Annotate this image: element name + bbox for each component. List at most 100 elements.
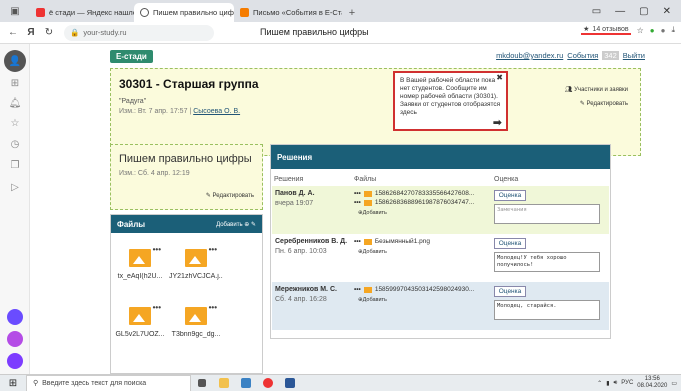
events-link[interactable]: События <box>567 51 598 60</box>
image-file-icon <box>129 249 151 267</box>
star-icon[interactable]: ☆ <box>8 116 22 130</box>
network-icon[interactable]: ▮ <box>606 380 609 387</box>
back-icon[interactable]: ← <box>4 27 22 38</box>
file-menu-icon[interactable]: ••• <box>153 245 161 254</box>
add-file-button[interactable]: Добавить ⊕ ✎ <box>216 221 256 228</box>
clock[interactable]: 13:56 08.04.2020 <box>637 376 667 390</box>
file-item[interactable]: ••• JY21zhVCJCA.j... <box>169 245 223 280</box>
student-name: Серебренников В. Д. <box>275 238 348 245</box>
grade-button[interactable]: Оценка <box>494 190 526 201</box>
lock-icon: 🔒 <box>70 28 80 37</box>
word-icon[interactable] <box>279 375 301 391</box>
group-actions: 👥︎ Участники и заявки ✎ Редактировать <box>565 83 628 111</box>
file-name: JY21zhVCJCA.j... <box>169 273 223 280</box>
comment-field[interactable]: Молодец, старайся. <box>494 300 600 320</box>
table-row: Панов Д. А. вчера 19:07 ••• 1586268427078… <box>272 186 609 234</box>
search-icon: ⚲ <box>33 380 39 387</box>
image-file-icon <box>185 307 207 325</box>
user-email-link[interactable]: mkdoub@yandex.ru <box>496 51 563 60</box>
page-content: Е-стади mkdoub@yandex.ru События 342 Вый… <box>30 44 681 374</box>
reload-icon[interactable]: ↻ <box>40 27 58 38</box>
add-file-button[interactable]: ⊕Добавить <box>358 249 387 255</box>
group-author-link[interactable]: Сысоева О. В. <box>193 108 240 115</box>
files-header: Файлы Добавить ⊕ ✎ <box>111 215 262 233</box>
col-solutions: Решения <box>274 176 304 183</box>
solution-file-link[interactable]: ••• 158626842707833355664276​08... <box>354 190 474 197</box>
windows-start-icon[interactable]: ⊞ <box>0 375 26 391</box>
site-logo[interactable]: Е-стади <box>110 50 153 63</box>
bell-icon[interactable]: 🔔︎ <box>8 96 22 110</box>
solution-file-link[interactable]: ••• 158626836889619878760347​47... <box>354 199 474 206</box>
group-subtitle: "Радуга" <box>119 98 147 105</box>
address-bar[interactable]: 🔒 your-study.ru <box>64 24 214 41</box>
os-taskbar: ⊞ ⚲ Введите здесь текст для поиска ⌃ ▮ 🔊… <box>0 374 681 391</box>
download-icon[interactable]: ⤓ <box>671 25 675 35</box>
yandex-browser-icon[interactable] <box>257 375 279 391</box>
store-icon[interactable] <box>235 375 257 391</box>
language-indicator[interactable]: РУС <box>621 380 633 386</box>
collections-icon[interactable]: ❐ <box>8 158 22 172</box>
solutions-columns: Решения Файлы Оценка <box>271 169 610 183</box>
maximize-icon[interactable]: ▢ <box>639 6 648 17</box>
extension-icon[interactable]: ● <box>661 26 666 35</box>
history-icon[interactable]: ◷ <box>8 137 22 151</box>
grade-button[interactable]: Оценка <box>494 238 526 249</box>
reviews-badge[interactable]: ★ 14 отзывов <box>581 25 631 35</box>
image-file-icon <box>363 199 372 206</box>
logout-link[interactable]: Выйти <box>623 51 645 60</box>
yandex-favicon-icon <box>36 8 45 17</box>
file-item[interactable]: ••• tx_eAqI(h2U... <box>113 245 167 280</box>
mail-favicon-icon <box>240 8 249 17</box>
tab-mail[interactable]: Письмо «События в Е-Ста × <box>234 3 342 22</box>
bookmarks-icon[interactable]: ▭ <box>592 6 601 17</box>
tab-current[interactable]: Пишем правильно циф × <box>134 3 234 22</box>
chevron-up-icon[interactable]: ⌃ <box>597 380 602 387</box>
yandex-logo-icon[interactable]: Я <box>22 27 40 38</box>
task-view-icon[interactable] <box>191 375 213 391</box>
file-menu-icon[interactable]: ••• <box>209 245 217 254</box>
app-icon[interactable] <box>7 331 23 347</box>
shield-icon[interactable]: ● <box>650 26 655 35</box>
reviews-label: 14 отзывов <box>592 25 629 33</box>
new-tab-button[interactable]: + <box>342 3 362 22</box>
submit-date: Пн. 6 апр. 10:03 <box>275 248 327 255</box>
grade-button[interactable]: Оценка <box>494 286 526 297</box>
volume-icon[interactable]: 🔊︎ <box>614 380 618 387</box>
comment-field[interactable]: Замечания <box>494 204 600 224</box>
tab-yandex[interactable]: ё стади — Яндекс нашлос × <box>30 3 134 22</box>
topic-card: Пишем правильно цифры Изм.: Сб. 4 апр. 1… <box>110 144 263 210</box>
close-window-icon[interactable]: ✕ <box>663 6 671 17</box>
image-file-icon <box>129 307 151 325</box>
minimize-icon[interactable]: — <box>615 6 625 17</box>
apps-grid-icon[interactable]: ⊞ <box>8 76 22 90</box>
play-icon[interactable]: ▷ <box>8 180 22 194</box>
bookmark-icon[interactable]: ☆ <box>637 26 644 35</box>
solution-file-link[interactable]: ••• Безымянный1.png <box>354 238 430 245</box>
taskbar-search[interactable]: ⚲ Введите здесь текст для поиска <box>26 374 191 391</box>
profile-avatar[interactable]: 👤 <box>4 50 26 72</box>
edit-topic-button[interactable]: ✎ Редактировать <box>206 192 254 199</box>
image-file-icon <box>363 190 372 197</box>
tabs-menu-icon[interactable]: ▣ <box>0 0 30 22</box>
tooltip-close-icon[interactable]: ✖ <box>496 74 503 82</box>
explorer-icon[interactable] <box>213 375 235 391</box>
add-file-button[interactable]: ⊕Добавить <box>358 210 387 216</box>
app-icon[interactable] <box>7 353 23 369</box>
events-count-badge[interactable]: 342 <box>602 51 619 60</box>
solution-file-link[interactable]: ••• 158599970435031425980249​30... <box>354 286 474 293</box>
edit-group-button[interactable]: ✎ Редактировать <box>565 97 628 111</box>
submit-date: Сб. 4 апр. 16:28 <box>275 296 327 303</box>
comment-field[interactable]: Молодец!У тебя хорошо получилось! <box>494 252 600 272</box>
file-item[interactable]: ••• GL5v2L7UOZ... <box>113 303 167 338</box>
notifications-icon[interactable]: ▭ <box>671 380 677 387</box>
solutions-panel: Решения Решения Файлы Оценка Панов Д. А.… <box>270 144 611 339</box>
file-menu-icon[interactable]: ••• <box>209 303 217 312</box>
student-name: Панов Д. А. <box>275 190 315 197</box>
alice-app-icon[interactable] <box>7 309 23 325</box>
file-name: T3bnn9gc_dg... <box>171 331 221 338</box>
file-menu-icon[interactable]: ••• <box>153 303 161 312</box>
col-files: Файлы <box>354 176 377 183</box>
file-item[interactable]: ••• T3bnn9gc_dg... <box>169 303 223 338</box>
participants-button[interactable]: 👥︎ Участники и заявки <box>565 83 628 97</box>
add-file-button[interactable]: ⊕Добавить <box>358 297 387 303</box>
